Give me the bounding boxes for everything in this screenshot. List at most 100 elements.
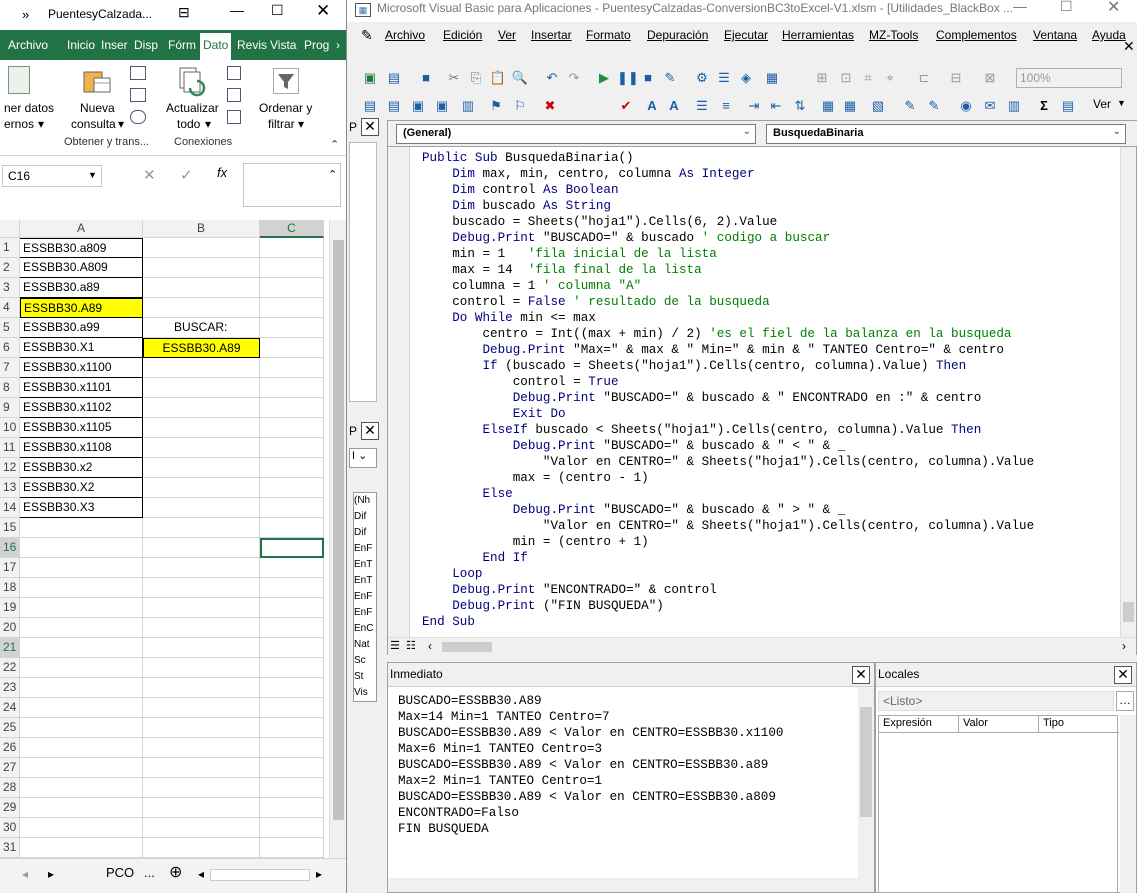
object-combo[interactable]: (General) ⌄ — [396, 124, 756, 144]
cell-c6[interactable] — [260, 338, 324, 358]
cell-b11[interactable] — [143, 438, 260, 458]
cell-c27[interactable] — [260, 758, 324, 778]
cell-b25[interactable] — [143, 718, 260, 738]
row-header[interactable]: 27 — [0, 758, 20, 778]
code-line[interactable]: Dim buscado As String — [422, 198, 1034, 214]
code-line[interactable]: Public Sub BusquedaBinaria() — [422, 150, 1034, 166]
properties-icon[interactable] — [227, 88, 241, 102]
tabs-scroll-icon[interactable]: › — [336, 38, 340, 52]
code-line[interactable]: Debug.Print "BUSCADO=" & buscado & " ENC… — [422, 390, 1034, 406]
ver-dropdown-icon[interactable]: ▼ — [1117, 98, 1126, 108]
undo-icon[interactable]: ↶ — [543, 69, 561, 87]
cell-a14[interactable]: ESSBB30.X3 — [20, 498, 143, 518]
options-icon[interactable]: ▤ — [1059, 97, 1077, 115]
connections-icon[interactable] — [227, 66, 241, 80]
cell-a8[interactable]: ESSBB30.x1101 — [20, 378, 143, 398]
close-icon[interactable]: ✕ — [316, 1, 330, 21]
immediate-output[interactable]: BUSCADO=ESSBB30.A89 Max=14 Min=1 TANTEO C… — [398, 693, 783, 837]
row-header[interactable]: 20 — [0, 618, 20, 638]
code-line[interactable]: control = False ' resultado de la busque… — [422, 294, 1034, 310]
properties-list[interactable]: (Nh Dif Dif EnF EnT EnT EnF EnF EnC Nat Sc St Vis — [353, 492, 377, 702]
cell-b1[interactable] — [143, 238, 260, 258]
scrollbar-thumb[interactable] — [333, 240, 344, 820]
property-item[interactable]: Dif — [354, 525, 376, 541]
locals-scrollbar[interactable] — [1120, 715, 1136, 893]
cell-b16[interactable] — [143, 538, 260, 558]
menu-depuracion[interactable]: Depuración — [647, 28, 708, 42]
cell-c7[interactable] — [260, 358, 324, 378]
font-smaller-icon[interactable]: A — [665, 97, 683, 115]
code-line[interactable]: End Sub — [422, 614, 1034, 630]
cell-c30[interactable] — [260, 818, 324, 838]
cell-c16[interactable] — [260, 538, 324, 558]
code-vertical-scrollbar[interactable] — [1120, 147, 1136, 637]
run-icon[interactable]: ▶ — [595, 69, 613, 87]
cell-b22[interactable] — [143, 658, 260, 678]
insert-function-icon[interactable]: fx — [217, 165, 227, 180]
lines-icon[interactable]: ≡ — [717, 97, 735, 115]
project-explorer-icon[interactable]: ⚙ — [693, 69, 711, 87]
code-line[interactable]: max = (centro - 1) — [422, 470, 1034, 486]
ribbon-collapse-icon[interactable]: » — [22, 7, 29, 22]
code-line[interactable]: Dim max, min, centro, columna As Integer — [422, 166, 1034, 182]
ordenar-filtrar-button[interactable]: filtrar — [268, 116, 295, 132]
row-header[interactable]: 3 — [0, 278, 20, 298]
recent-sources-icon[interactable] — [130, 88, 146, 102]
code-text[interactable]: Public Sub BusquedaBinaria() Dim max, mi… — [422, 150, 1034, 630]
ver-dropdown[interactable]: Ver — [1093, 97, 1111, 111]
row-header[interactable]: 10 — [0, 418, 20, 438]
code-line[interactable]: min = 1 'fila inicial de la lista — [422, 246, 1034, 262]
more-sheets-button[interactable]: ... — [144, 865, 155, 880]
enter-icon[interactable]: ✓ — [180, 166, 193, 184]
cell-c5[interactable] — [260, 318, 324, 338]
cell-b5[interactable]: BUSCAR: — [143, 318, 260, 338]
save-icon[interactable]: ■ — [417, 69, 435, 87]
filter-icon[interactable] — [273, 68, 299, 94]
code-line[interactable]: buscado = Sheets("hoja1").Cells(6, 2).Va… — [422, 214, 1034, 230]
tab-vista[interactable]: Vista — [270, 38, 296, 52]
code-line[interactable]: columna = 1 ' columna "A" — [422, 278, 1034, 294]
cell-b8[interactable] — [143, 378, 260, 398]
row-header[interactable]: 1 — [0, 238, 20, 258]
code-line[interactable]: Exit Do — [422, 406, 1034, 422]
size-icon[interactable]: ⌗ — [859, 69, 877, 87]
vbe-close-icon[interactable]: ✕ — [1107, 0, 1120, 17]
code-line[interactable]: ElseIf buscado < Sheets("hoja1").Cells(c… — [422, 422, 1034, 438]
property-item[interactable]: EnT — [354, 557, 376, 573]
cell-c14[interactable] — [260, 498, 324, 518]
property-item[interactable]: Dif — [354, 509, 376, 525]
code-line[interactable]: Debug.Print "ENCONTRADO=" & control — [422, 582, 1034, 598]
actualizar-todo-button[interactable]: todo — [177, 116, 200, 132]
row-header[interactable]: 8 — [0, 378, 20, 398]
property-item[interactable]: EnF — [354, 541, 376, 557]
mail-icon[interactable]: ✉ — [981, 97, 999, 115]
horizontal-scrollbar[interactable] — [210, 869, 310, 881]
row-header[interactable]: 15 — [0, 518, 20, 538]
align-icon[interactable]: ⊞ — [813, 69, 831, 87]
cell-c21[interactable] — [260, 638, 324, 658]
row-header[interactable]: 6 — [0, 338, 20, 358]
menu-ventana[interactable]: Ventana — [1033, 28, 1077, 42]
properties-close-icon[interactable]: ✕ — [361, 422, 379, 440]
menu-mz-tools[interactable]: MZ-Tools — [869, 28, 918, 42]
column-header-b[interactable]: B — [143, 220, 260, 238]
code-line[interactable]: "Valor en CENTRO=" & Sheets("hoja1").Cel… — [422, 518, 1034, 534]
code-line[interactable]: End If — [422, 550, 1034, 566]
row-header[interactable]: 2 — [0, 258, 20, 278]
cell-c8[interactable] — [260, 378, 324, 398]
cell-c19[interactable] — [260, 598, 324, 618]
cell-b28[interactable] — [143, 778, 260, 798]
full-module-view-icon[interactable]: ☷ — [406, 639, 416, 652]
bullets-icon[interactable]: ☰ — [693, 97, 711, 115]
code-scroll-left-icon[interactable]: ‹ — [428, 639, 432, 653]
cell-b7[interactable] — [143, 358, 260, 378]
nueva-consulta-button[interactable]: consulta — [71, 116, 116, 132]
excel-view-icon[interactable]: ▣ — [361, 69, 379, 87]
select-all-corner[interactable] — [0, 220, 20, 238]
cell-a31[interactable] — [20, 838, 143, 858]
property-item[interactable]: EnT — [354, 573, 376, 589]
hscroll-left-icon[interactable]: ◂ — [198, 867, 204, 881]
cell-c25[interactable] — [260, 718, 324, 738]
cell-b27[interactable] — [143, 758, 260, 778]
redo-icon[interactable]: ↷ — [565, 69, 583, 87]
